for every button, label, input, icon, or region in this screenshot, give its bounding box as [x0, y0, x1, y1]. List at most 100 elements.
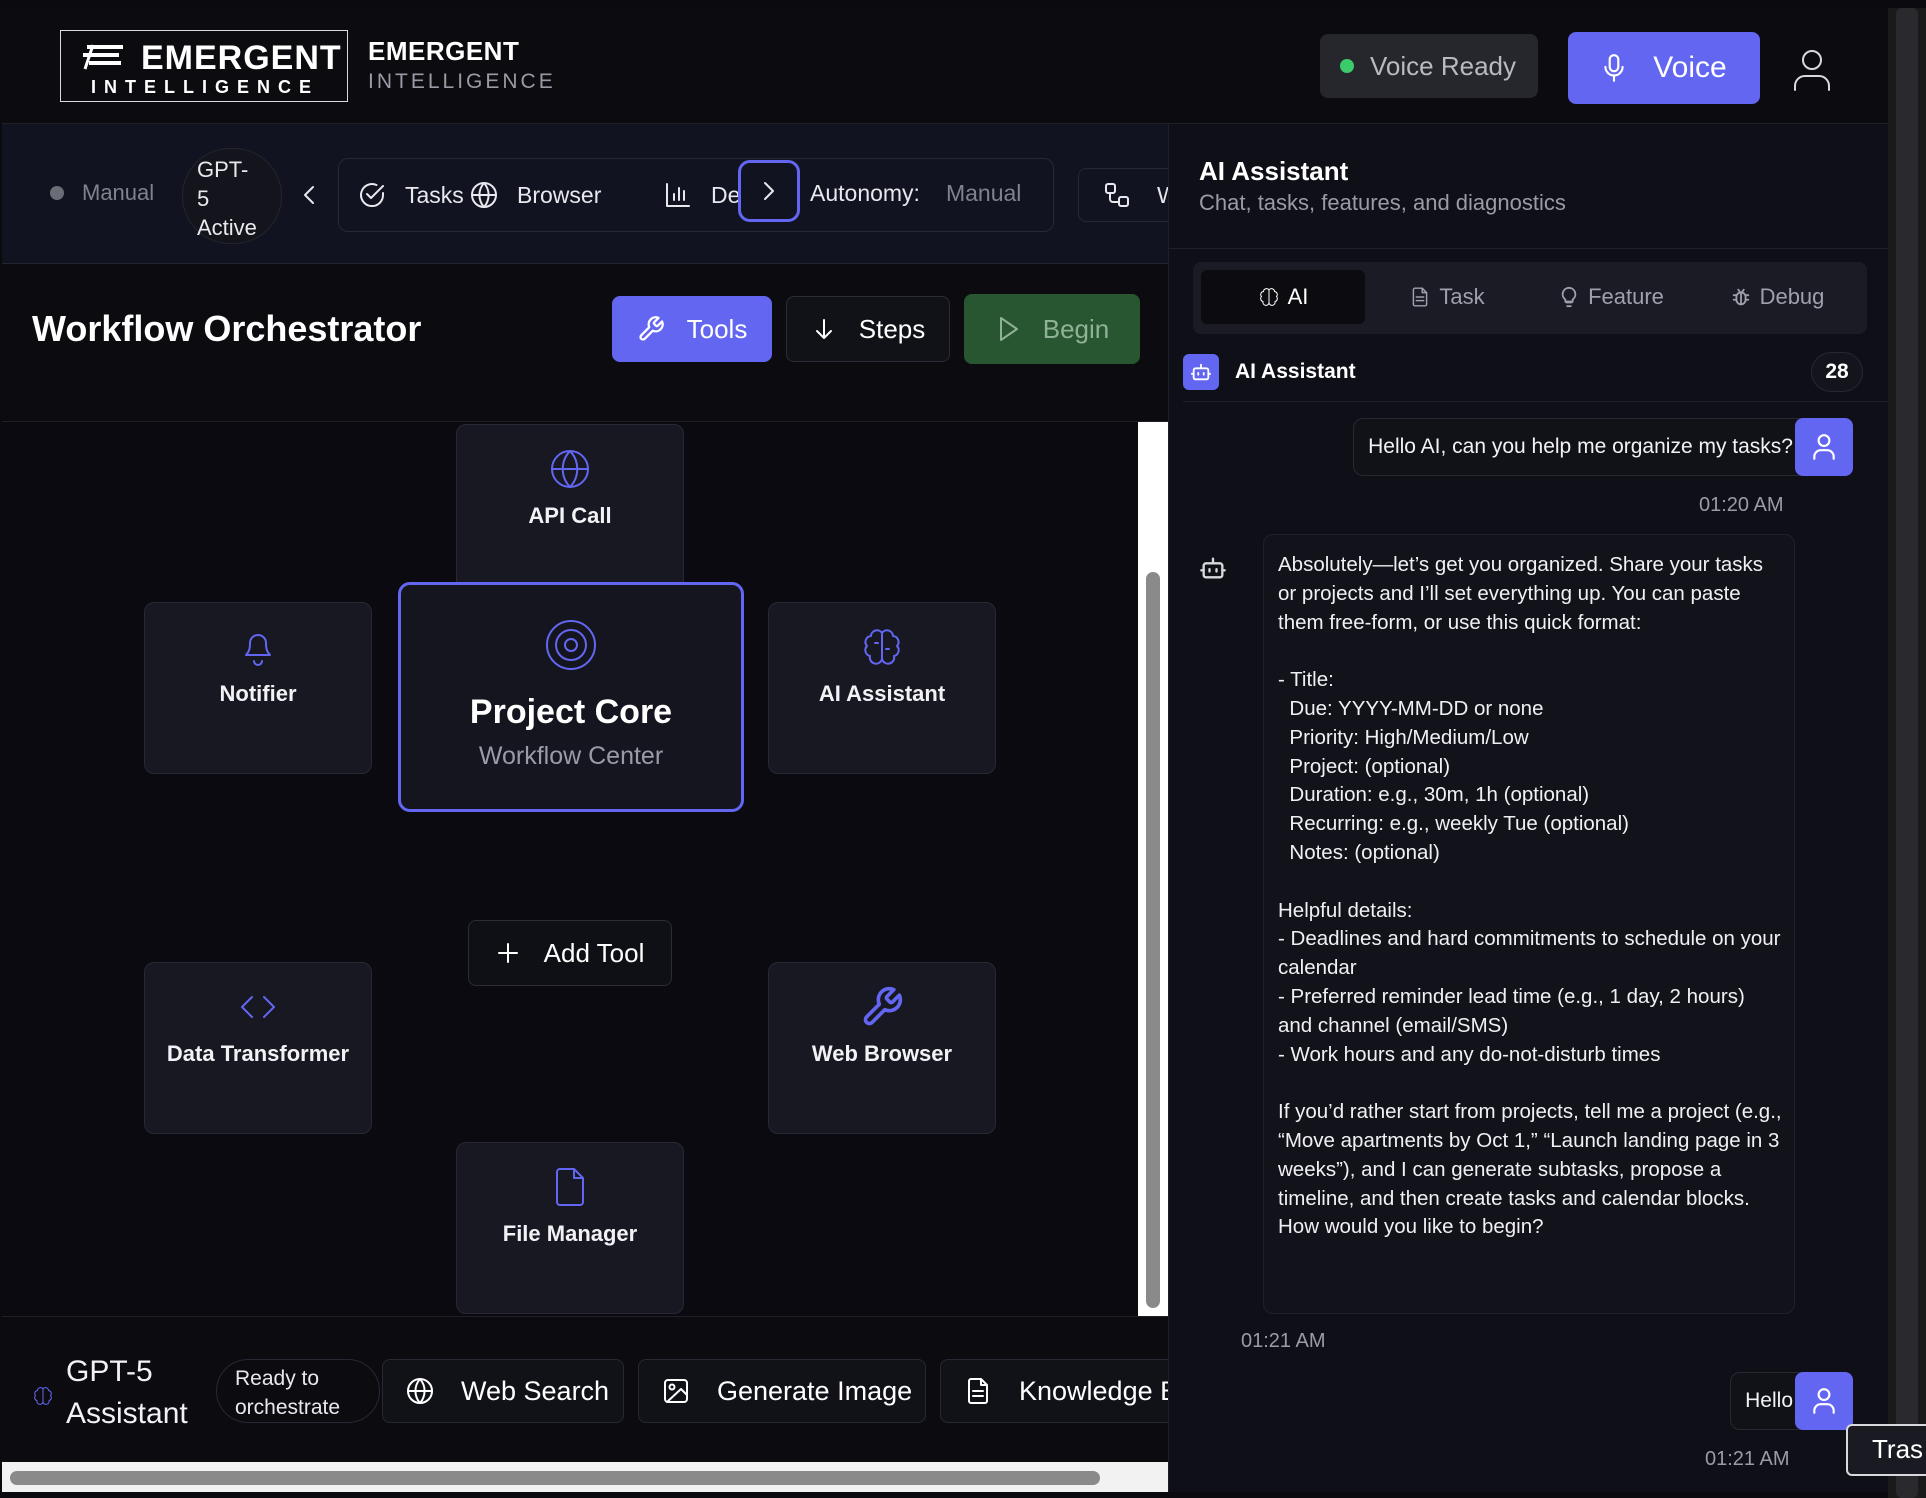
brain-icon — [34, 1387, 52, 1405]
workflow-button-label: W — [1157, 182, 1168, 209]
lightbulb-icon — [1561, 286, 1577, 308]
nav-browser[interactable]: Browser — [469, 159, 601, 231]
brain-icon — [864, 629, 900, 665]
voice-status-badge: Voice Ready — [1320, 34, 1538, 98]
assistant-status-pill: Ready to orchestrate — [216, 1359, 380, 1423]
tab-label: Debug — [1759, 284, 1825, 309]
node-label: Notifier — [219, 681, 297, 706]
user-avatar — [1795, 418, 1853, 476]
user-icon — [1813, 1388, 1835, 1414]
panel-subtitle: Chat, tasks, features, and diagnostics — [1199, 190, 1566, 215]
steps-button[interactable]: Steps — [786, 296, 950, 362]
tab-ai[interactable]: AI — [1201, 270, 1365, 324]
status-dot-icon — [1340, 59, 1354, 73]
workflow-canvas[interactable]: API Call Notifier Project Core Workflow … — [2, 422, 1138, 1316]
assistant-message: Absolutely—let’s get you organized. Shar… — [1263, 534, 1795, 1314]
scrollbar-thumb[interactable] — [1146, 572, 1160, 1308]
bug-icon — [1732, 288, 1749, 306]
knowledge-base-label: Knowledge B — [1019, 1375, 1168, 1406]
check-circle-icon — [360, 183, 385, 207]
tab-feature[interactable]: Feature — [1529, 270, 1693, 324]
agent-toolbar: Manual GPT- 5 Active Tasks Browser De Au… — [2, 124, 1168, 264]
code-icon — [241, 996, 275, 1018]
document-icon — [968, 1378, 988, 1404]
document-icon — [1413, 287, 1428, 307]
generate-image-button[interactable]: Generate Image — [638, 1359, 926, 1423]
begin-button-label: Begin — [1042, 313, 1110, 344]
voice-status-label: Voice Ready — [1370, 50, 1516, 81]
message-timestamp: 01:21 AM — [1241, 1330, 1326, 1352]
nav-dashboard[interactable]: De — [663, 159, 740, 231]
add-tool-button[interactable]: Add Tool — [468, 920, 672, 986]
workflow-header: Workflow Orchestrator Tools Steps Begin — [2, 264, 1168, 422]
window-scrollbar[interactable] — [1888, 8, 1926, 1498]
brain-icon — [1259, 288, 1278, 306]
conversation-header: AI Assistant 28 — [1183, 348, 1888, 402]
node-web-browser[interactable]: Web Browser — [768, 962, 996, 1134]
brand-logo[interactable]: EMERGENT INTELLIGENCE — [60, 30, 348, 102]
web-search-button[interactable]: Web Search — [382, 1359, 624, 1423]
globe-icon — [407, 1378, 433, 1404]
model-status-pill[interactable]: GPT- 5 Active — [182, 148, 282, 244]
tooltip: Tras — [1846, 1424, 1926, 1476]
nav-dashboard-label: De — [711, 181, 741, 208]
node-label: Data Transformer — [166, 1041, 350, 1066]
begin-button[interactable]: Begin — [964, 294, 1140, 364]
generate-image-label: Generate Image — [717, 1375, 913, 1406]
node-label: AI Assistant — [818, 681, 946, 706]
page-title: Workflow Orchestrator — [32, 308, 422, 349]
horizontal-scrollbar[interactable] — [2, 1462, 1168, 1492]
bot-icon — [1190, 363, 1212, 381]
tab-label: AI — [1287, 284, 1309, 309]
workflow-icon — [1105, 183, 1129, 207]
assistant-name: GPT-5 Assistant — [66, 1355, 188, 1430]
panel-tabs: AI Task Feature Debug — [1193, 262, 1867, 334]
voice-button[interactable]: Voice — [1568, 32, 1760, 104]
node-data-transformer[interactable]: Data Transformer — [144, 962, 372, 1134]
play-icon — [999, 317, 1018, 341]
wrench-icon — [639, 316, 664, 341]
workflow-button[interactable]: W — [1078, 168, 1168, 222]
node-label: File Manager — [502, 1221, 638, 1246]
autonomy-setting[interactable]: Autonomy: Manual — [810, 180, 1021, 207]
node-file-manager[interactable]: File Manager — [456, 1142, 684, 1314]
globe-icon — [471, 182, 497, 208]
user-message: Hello AI, can you help me organize my ta… — [1353, 418, 1808, 476]
nav-tasks[interactable]: Tasks — [357, 159, 464, 231]
nav-browser-label: Browser — [517, 181, 602, 208]
core-title: Project Core — [469, 693, 673, 731]
bar-chart-icon — [666, 183, 690, 207]
brand-subtitle: INTELLIGENCE — [368, 70, 556, 93]
node-api-call[interactable]: API Call — [456, 424, 684, 596]
node-notifier[interactable]: Notifier — [144, 602, 372, 774]
tools-button[interactable]: Tools — [612, 296, 772, 362]
scrollbar-track[interactable] — [1896, 8, 1918, 1498]
canvas-vertical-scrollbar[interactable] — [1138, 422, 1168, 1316]
chevron-left-icon[interactable] — [294, 180, 324, 210]
scrollbar-thumb[interactable] — [10, 1471, 1100, 1485]
mode-status-dot-icon — [50, 186, 64, 200]
scroll-right-button[interactable] — [738, 160, 800, 222]
user-profile-icon[interactable] — [1792, 48, 1832, 92]
tab-label: Feature — [1588, 284, 1664, 309]
top-bar: EMERGENT INTELLIGENCE EMERGENT INTELLIGE… — [2, 8, 1888, 124]
node-project-core[interactable]: Project Core Workflow Center — [398, 582, 744, 812]
tab-task[interactable]: Task — [1365, 270, 1529, 324]
web-search-label: Web Search — [461, 1375, 610, 1406]
brand-title: EMERGENT — [368, 36, 520, 66]
microphone-icon — [1604, 54, 1624, 82]
plus-icon — [497, 943, 518, 963]
voice-button-label: Voice — [1653, 51, 1727, 84]
node-label: Web Browser — [811, 1041, 953, 1066]
tab-label: Task — [1439, 284, 1485, 309]
knowledge-base-button[interactable]: Knowledge B — [940, 1359, 1168, 1423]
node-ai-assistant[interactable]: AI Assistant — [768, 602, 996, 774]
image-icon — [664, 1379, 688, 1403]
panel-title: AI Assistant — [1199, 156, 1349, 186]
steps-button-label: Steps — [858, 313, 926, 344]
user-icon — [1813, 434, 1835, 460]
tab-debug[interactable]: Debug — [1693, 270, 1861, 324]
file-icon — [556, 1168, 584, 1206]
logo-mark-icon — [83, 44, 123, 70]
wrench-icon — [863, 986, 903, 1026]
